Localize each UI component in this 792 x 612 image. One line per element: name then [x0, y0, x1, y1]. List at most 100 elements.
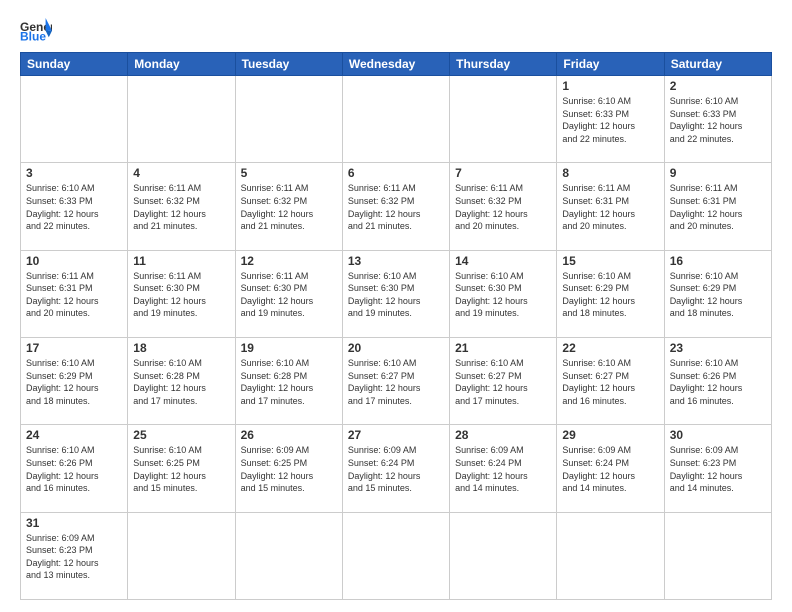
calendar-cell: 20 Sunrise: 6:10 AM Sunset: 6:27 PM Dayli… — [342, 337, 449, 424]
calendar-cell: 5 Sunrise: 6:11 AM Sunset: 6:32 PM Daylig… — [235, 163, 342, 250]
day-number: 7 — [455, 166, 551, 180]
day-number: 2 — [670, 79, 766, 93]
calendar-cell — [21, 76, 128, 163]
calendar-cell: 2Sunrise: 6:10 AM Sunset: 6:33 PM Daylig… — [664, 76, 771, 163]
day-number: 27 — [348, 428, 444, 442]
calendar-cell — [342, 512, 449, 599]
calendar-cell: 26 Sunrise: 6:09 AM Sunset: 6:25 PM Dayli… — [235, 425, 342, 512]
svg-text:Blue: Blue — [20, 29, 46, 43]
calendar-week-row: 17Sunrise: 6:10 AM Sunset: 6:29 PM Dayli… — [21, 337, 772, 424]
day-number: 24 — [26, 428, 122, 442]
cell-info: Sunrise: 6:09 AM Sunset: 6:24 PM Dayligh… — [455, 444, 551, 494]
calendar-week-row: 31Sunrise: 6:09 AM Sunset: 6:23 PM Dayli… — [21, 512, 772, 599]
cell-info: Sunrise: 6:10 AM Sunset: 6:27 PM Dayligh… — [562, 357, 658, 407]
day-number: 20 — [348, 341, 444, 355]
cell-info: Sunrise: 6:11 AM Sunset: 6:31 PM Dayligh… — [562, 182, 658, 232]
calendar-cell: 14 Sunrise: 6:10 AM Sunset: 6:30 PM Dayli… — [450, 250, 557, 337]
day-number: 14 — [455, 254, 551, 268]
weekday-header-tuesday: Tuesday — [235, 53, 342, 76]
logo-icon: General Blue — [20, 16, 52, 44]
calendar-cell — [450, 76, 557, 163]
day-number: 18 — [133, 341, 229, 355]
day-number: 9 — [670, 166, 766, 180]
calendar-cell: 12 Sunrise: 6:11 AM Sunset: 6:30 PM Dayli… — [235, 250, 342, 337]
day-number: 28 — [455, 428, 551, 442]
cell-info: Sunrise: 6:10 AM Sunset: 6:30 PM Dayligh… — [348, 270, 444, 320]
cell-info: Sunrise: 6:10 AM Sunset: 6:26 PM Dayligh… — [670, 357, 766, 407]
weekday-header-saturday: Saturday — [664, 53, 771, 76]
cell-info: Sunrise: 6:10 AM Sunset: 6:29 PM Dayligh… — [26, 357, 122, 407]
cell-info: Sunrise: 6:10 AM Sunset: 6:25 PM Dayligh… — [133, 444, 229, 494]
day-number: 8 — [562, 166, 658, 180]
calendar-cell: 10Sunrise: 6:11 AM Sunset: 6:31 PM Dayli… — [21, 250, 128, 337]
day-number: 23 — [670, 341, 766, 355]
day-number: 22 — [562, 341, 658, 355]
day-number: 3 — [26, 166, 122, 180]
cell-info: Sunrise: 6:11 AM Sunset: 6:30 PM Dayligh… — [133, 270, 229, 320]
calendar-week-row: 10Sunrise: 6:11 AM Sunset: 6:31 PM Dayli… — [21, 250, 772, 337]
calendar-cell — [342, 76, 449, 163]
calendar-cell: 1Sunrise: 6:10 AM Sunset: 6:33 PM Daylig… — [557, 76, 664, 163]
calendar-cell — [557, 512, 664, 599]
calendar-cell: 9Sunrise: 6:11 AM Sunset: 6:31 PM Daylig… — [664, 163, 771, 250]
calendar-cell: 7 Sunrise: 6:11 AM Sunset: 6:32 PM Daylig… — [450, 163, 557, 250]
day-number: 13 — [348, 254, 444, 268]
calendar-cell: 21Sunrise: 6:10 AM Sunset: 6:27 PM Dayli… — [450, 337, 557, 424]
calendar-cell: 28 Sunrise: 6:09 AM Sunset: 6:24 PM Dayli… — [450, 425, 557, 512]
cell-info: Sunrise: 6:11 AM Sunset: 6:32 PM Dayligh… — [133, 182, 229, 232]
page: General Blue SundayMondayTuesdayWednesda… — [0, 0, 792, 612]
day-number: 19 — [241, 341, 337, 355]
cell-info: Sunrise: 6:11 AM Sunset: 6:32 PM Dayligh… — [455, 182, 551, 232]
weekday-header-monday: Monday — [128, 53, 235, 76]
cell-info: Sunrise: 6:10 AM Sunset: 6:33 PM Dayligh… — [26, 182, 122, 232]
calendar-cell — [128, 76, 235, 163]
cell-info: Sunrise: 6:11 AM Sunset: 6:32 PM Dayligh… — [348, 182, 444, 232]
cell-info: Sunrise: 6:10 AM Sunset: 6:27 PM Dayligh… — [348, 357, 444, 407]
cell-info: Sunrise: 6:10 AM Sunset: 6:28 PM Dayligh… — [241, 357, 337, 407]
cell-info: Sunrise: 6:09 AM Sunset: 6:24 PM Dayligh… — [562, 444, 658, 494]
cell-info: Sunrise: 6:10 AM Sunset: 6:30 PM Dayligh… — [455, 270, 551, 320]
calendar-cell: 25 Sunrise: 6:10 AM Sunset: 6:25 PM Dayli… — [128, 425, 235, 512]
calendar-cell: 31Sunrise: 6:09 AM Sunset: 6:23 PM Dayli… — [21, 512, 128, 599]
day-number: 26 — [241, 428, 337, 442]
weekday-header-friday: Friday — [557, 53, 664, 76]
day-number: 1 — [562, 79, 658, 93]
cell-info: Sunrise: 6:09 AM Sunset: 6:23 PM Dayligh… — [670, 444, 766, 494]
day-number: 12 — [241, 254, 337, 268]
calendar-cell: 11Sunrise: 6:11 AM Sunset: 6:30 PM Dayli… — [128, 250, 235, 337]
weekday-header-thursday: Thursday — [450, 53, 557, 76]
calendar-cell — [235, 76, 342, 163]
calendar-cell: 16Sunrise: 6:10 AM Sunset: 6:29 PM Dayli… — [664, 250, 771, 337]
cell-info: Sunrise: 6:10 AM Sunset: 6:26 PM Dayligh… — [26, 444, 122, 494]
calendar-cell — [128, 512, 235, 599]
day-number: 5 — [241, 166, 337, 180]
calendar-cell: 30 Sunrise: 6:09 AM Sunset: 6:23 PM Dayli… — [664, 425, 771, 512]
calendar-week-row: 24 Sunrise: 6:10 AM Sunset: 6:26 PM Dayli… — [21, 425, 772, 512]
weekday-header-wednesday: Wednesday — [342, 53, 449, 76]
cell-info: Sunrise: 6:11 AM Sunset: 6:32 PM Dayligh… — [241, 182, 337, 232]
cell-info: Sunrise: 6:11 AM Sunset: 6:30 PM Dayligh… — [241, 270, 337, 320]
calendar-cell: 13 Sunrise: 6:10 AM Sunset: 6:30 PM Dayli… — [342, 250, 449, 337]
day-number: 10 — [26, 254, 122, 268]
calendar-cell: 8 Sunrise: 6:11 AM Sunset: 6:31 PM Daylig… — [557, 163, 664, 250]
day-number: 25 — [133, 428, 229, 442]
weekday-header-row: SundayMondayTuesdayWednesdayThursdayFrid… — [21, 53, 772, 76]
calendar-table: SundayMondayTuesdayWednesdayThursdayFrid… — [20, 52, 772, 600]
day-number: 30 — [670, 428, 766, 442]
calendar-week-row: 1Sunrise: 6:10 AM Sunset: 6:33 PM Daylig… — [21, 76, 772, 163]
calendar-cell: 15 Sunrise: 6:10 AM Sunset: 6:29 PM Dayli… — [557, 250, 664, 337]
day-number: 29 — [562, 428, 658, 442]
cell-info: Sunrise: 6:10 AM Sunset: 6:29 PM Dayligh… — [670, 270, 766, 320]
cell-info: Sunrise: 6:10 AM Sunset: 6:29 PM Dayligh… — [562, 270, 658, 320]
calendar-cell: 29 Sunrise: 6:09 AM Sunset: 6:24 PM Dayli… — [557, 425, 664, 512]
cell-info: Sunrise: 6:09 AM Sunset: 6:24 PM Dayligh… — [348, 444, 444, 494]
cell-info: Sunrise: 6:10 AM Sunset: 6:28 PM Dayligh… — [133, 357, 229, 407]
calendar-week-row: 3 Sunrise: 6:10 AM Sunset: 6:33 PM Daylig… — [21, 163, 772, 250]
calendar-cell: 22 Sunrise: 6:10 AM Sunset: 6:27 PM Dayli… — [557, 337, 664, 424]
calendar-cell: 27 Sunrise: 6:09 AM Sunset: 6:24 PM Dayli… — [342, 425, 449, 512]
day-number: 4 — [133, 166, 229, 180]
logo: General Blue — [20, 16, 52, 44]
cell-info: Sunrise: 6:09 AM Sunset: 6:25 PM Dayligh… — [241, 444, 337, 494]
weekday-header-sunday: Sunday — [21, 53, 128, 76]
day-number: 15 — [562, 254, 658, 268]
